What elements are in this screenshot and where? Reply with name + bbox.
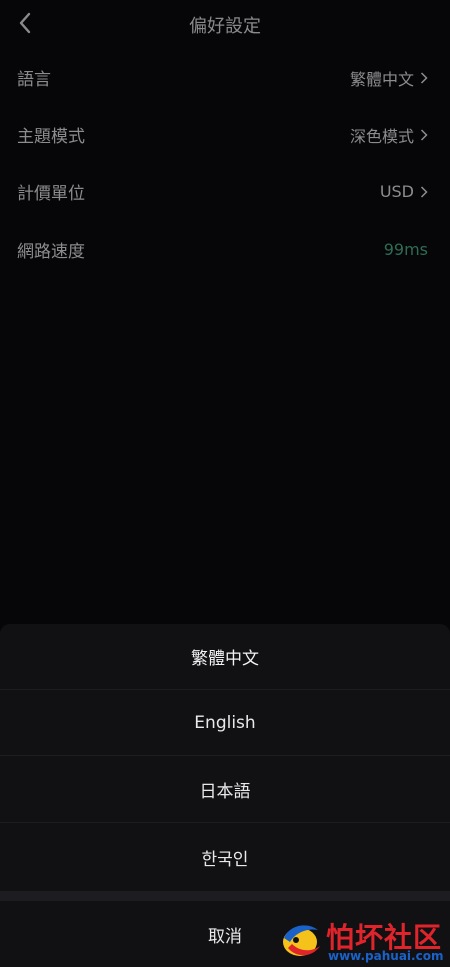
- option-korean[interactable]: 한국인: [0, 824, 450, 890]
- settings-row-currency[interactable]: 計價單位 USD: [0, 163, 450, 220]
- row-value: 繁體中文: [349, 69, 414, 89]
- settings-row-network-speed: 網路速度 99ms: [0, 221, 450, 278]
- option-english[interactable]: English: [0, 690, 450, 756]
- settings-row-language[interactable]: 語言 繁體中文: [0, 49, 450, 106]
- watermark-url: www.pahuai.com: [328, 949, 444, 963]
- top-nav-bar: 偏好設定: [0, 0, 450, 48]
- row-label: 主題模式: [17, 127, 85, 147]
- chevron-right-icon: [420, 185, 428, 198]
- row-value: USD: [379, 182, 414, 201]
- row-label: 網路速度: [17, 242, 85, 262]
- sheet-divider: [0, 891, 450, 901]
- watermark-logo-icon: [283, 925, 320, 956]
- row-label: 語言: [17, 70, 51, 90]
- chevron-right-icon: [420, 128, 428, 141]
- row-label: 計價單位: [17, 184, 85, 204]
- row-value: 深色模式: [349, 126, 414, 146]
- watermark: 怕坏社区 www.pahuai.com: [272, 914, 448, 966]
- page-title: 偏好設定: [189, 16, 261, 37]
- network-speed-value: 99ms: [383, 240, 428, 259]
- option-japanese[interactable]: 日本語: [0, 757, 450, 823]
- chevron-right-icon: [420, 71, 428, 84]
- option-traditional-chinese[interactable]: 繁體中文: [0, 624, 450, 690]
- settings-row-theme[interactable]: 主題模式 深色模式: [0, 106, 450, 163]
